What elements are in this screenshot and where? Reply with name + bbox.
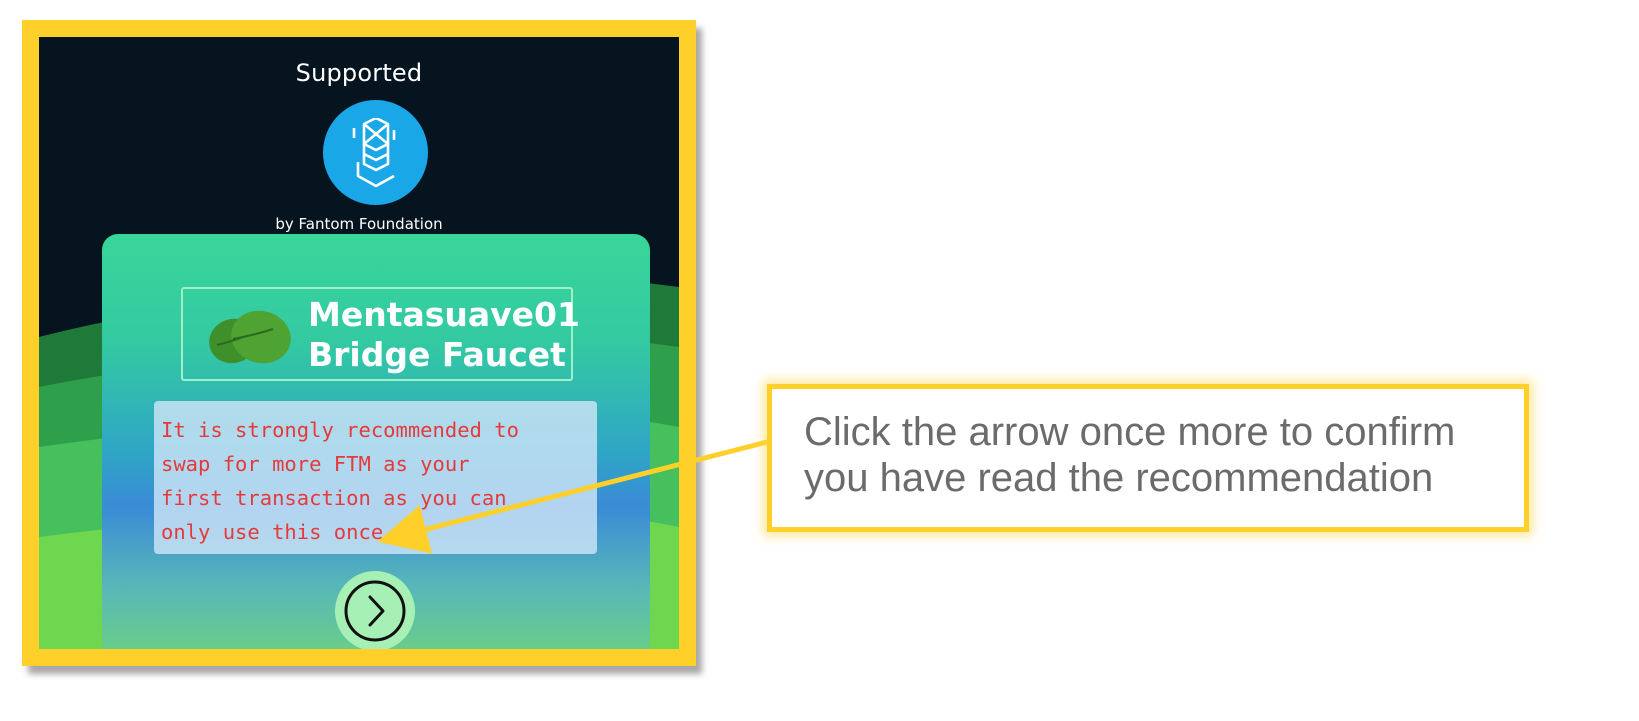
next-arrow-button[interactable] (335, 571, 415, 649)
screenshot-frame: Supported by Fantom Foundation Mentasuav… (22, 20, 696, 666)
callout-line1: Click the arrow once more to confirm (804, 410, 1456, 454)
app-screenshot: Supported by Fantom Foundation Mentasuav… (39, 37, 679, 649)
fantom-logo-icon (323, 100, 428, 205)
faucet-title-box: Mentasuave01 Bridge Faucet (181, 287, 580, 381)
recommendation-line: first transaction as you can (161, 486, 507, 510)
recommendation-text: It is strongly recommended to swap for m… (161, 413, 591, 549)
faucet-title-line1: Mentasuave01 (308, 295, 580, 334)
instruction-callout: Click the arrow once more to confirm you… (767, 384, 1529, 532)
recommendation-line: only use this once (161, 520, 384, 544)
recommendation-line: swap for more FTM as your (161, 452, 470, 476)
by-fantom-foundation-text: by Fantom Foundation (275, 215, 443, 233)
chevron-right-circle-icon (344, 580, 406, 642)
callout-line2: you have read the recommendation (804, 456, 1434, 500)
mint-leaf-icon (209, 310, 291, 364)
faucet-title: Mentasuave01 Bridge Faucet (308, 295, 580, 375)
callout-text: Click the arrow once more to confirm you… (804, 409, 1504, 501)
faucet-card: Mentasuave01 Bridge Faucet It is strongl… (102, 234, 650, 649)
faucet-title-line2: Bridge Faucet (308, 335, 566, 374)
recommendation-line: It is strongly recommended to (161, 418, 519, 442)
recommendation-notice: It is strongly recommended to swap for m… (154, 401, 597, 554)
supported-label: Supported (295, 59, 423, 87)
stage: Supported by Fantom Foundation Mentasuav… (0, 0, 1639, 721)
